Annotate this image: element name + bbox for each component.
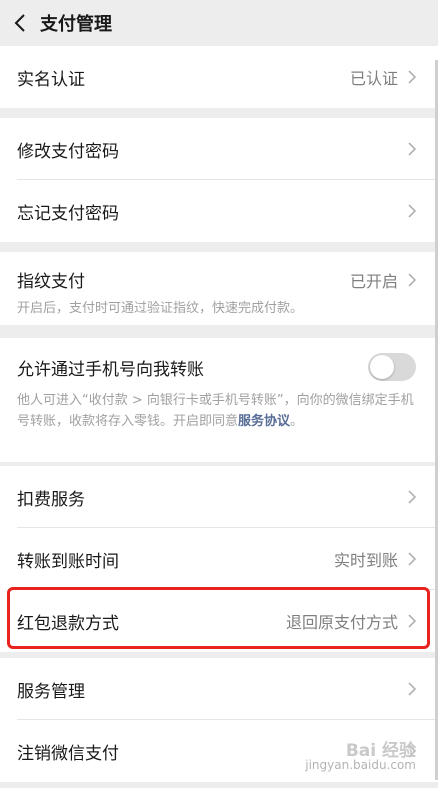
change-password-label: 修改支付密码 bbox=[17, 141, 119, 162]
phone-transfer-row: 允许通过手机号向我转账 bbox=[0, 338, 438, 396]
phone-transfer-toggle[interactable] bbox=[368, 353, 416, 381]
chevron-right-icon bbox=[408, 682, 416, 696]
fingerprint-group: 指纹支付 已开启 开启后，支付时可通过验证指纹，快速完成付款。 bbox=[0, 252, 438, 325]
watermark-logo: Bai 经验 bbox=[345, 741, 416, 761]
fingerprint-desc: 开启后，支付时可通过验证指纹，快速完成付款。 bbox=[17, 301, 304, 316]
realname-row[interactable]: 实名认证 已认证 bbox=[0, 46, 438, 108]
chevron-left-icon bbox=[14, 14, 25, 32]
phone-transfer-desc-text: 他人可进入“收付款 > 向银行卡或手机号转账”，向你的微信绑定手机号转账，收款将… bbox=[17, 393, 414, 429]
transfer-time-row[interactable]: 转账到账时间 实时到账 bbox=[0, 528, 438, 590]
redpacket-refund-row[interactable]: 红包退款方式 退回原支付方式 bbox=[0, 590, 438, 652]
fingerprint-status: 已开启 bbox=[349, 272, 398, 291]
chevron-right-icon bbox=[408, 70, 416, 84]
baidu-watermark: Bai 经验 jingyan.baidu.com bbox=[305, 741, 416, 773]
service-agreement-link[interactable]: 服务协议 bbox=[238, 414, 290, 429]
change-password-row[interactable]: 修改支付密码 bbox=[0, 118, 438, 180]
fingerprint-label: 指纹支付 bbox=[17, 272, 85, 292]
forgot-password-label: 忘记支付密码 bbox=[17, 203, 119, 224]
redpacket-refund-value: 退回原支付方式 bbox=[285, 613, 398, 632]
chevron-right-icon bbox=[408, 273, 416, 287]
back-button[interactable] bbox=[0, 0, 40, 46]
top-bar: 支付管理 bbox=[0, 0, 438, 46]
chevron-right-icon bbox=[408, 614, 416, 628]
page-title: 支付管理 bbox=[40, 14, 112, 35]
realname-label: 实名认证 bbox=[17, 69, 85, 90]
cancel-wechat-pay-label: 注销微信支付 bbox=[17, 743, 119, 764]
chevron-right-icon bbox=[408, 204, 416, 218]
transfer-time-value: 实时到账 bbox=[333, 551, 398, 570]
fingerprint-row[interactable]: 指纹支付 已开启 bbox=[0, 252, 438, 296]
services-group: 扣费服务 转账到账时间 实时到账 红包退款方式 退回原支付方式 bbox=[0, 466, 438, 652]
realname-status: 已认证 bbox=[349, 69, 398, 88]
deduction-service-row[interactable]: 扣费服务 bbox=[0, 466, 438, 528]
chevron-right-icon bbox=[408, 142, 416, 156]
chevron-right-icon bbox=[408, 552, 416, 566]
toggle-knob bbox=[370, 355, 394, 379]
realname-group: 实名认证 已认证 bbox=[0, 46, 438, 108]
phone-transfer-desc-end: 。 bbox=[290, 414, 304, 429]
password-group: 修改支付密码 忘记支付密码 bbox=[0, 118, 438, 242]
redpacket-refund-label: 红包退款方式 bbox=[17, 613, 119, 634]
phone-transfer-desc: 他人可进入“收付款 > 向银行卡或手机号转账”，向你的微信绑定手机号转账，收款将… bbox=[0, 390, 438, 432]
phone-transfer-group: 允许通过手机号向我转账 他人可进入“收付款 > 向银行卡或手机号转账”，向你的微… bbox=[0, 338, 438, 462]
transfer-time-label: 转账到账时间 bbox=[17, 551, 119, 572]
watermark-url: jingyan.baidu.com bbox=[305, 758, 416, 772]
phone-transfer-label: 允许通过手机号向我转账 bbox=[17, 359, 204, 380]
chevron-right-icon bbox=[408, 490, 416, 504]
forgot-password-row[interactable]: 忘记支付密码 bbox=[0, 180, 438, 242]
service-manage-row[interactable]: 服务管理 bbox=[0, 658, 438, 720]
service-manage-label: 服务管理 bbox=[17, 681, 85, 702]
deduction-service-label: 扣费服务 bbox=[17, 489, 85, 510]
